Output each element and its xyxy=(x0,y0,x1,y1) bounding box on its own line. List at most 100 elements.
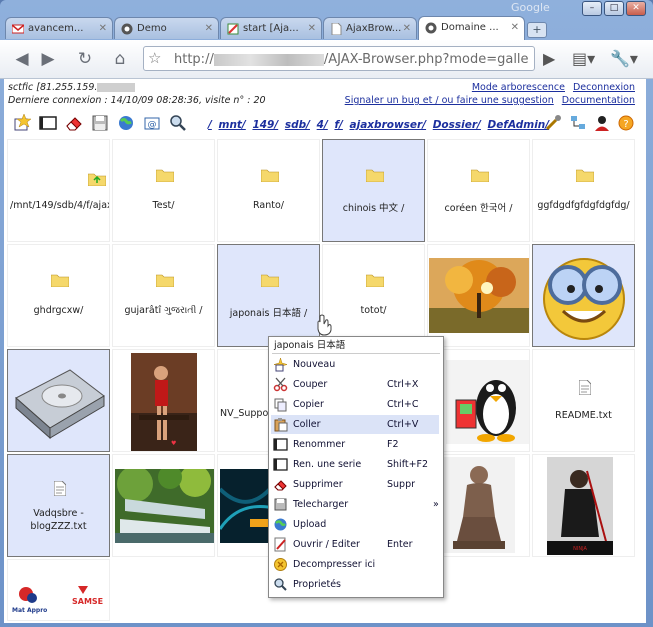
logout-link[interactable]: Deconnexion xyxy=(573,82,635,93)
statue-thumbnail xyxy=(443,457,515,553)
tab-gmail[interactable]: avancem... ✕ xyxy=(5,17,113,39)
gallery-item-image[interactable]: ♥ xyxy=(112,349,215,452)
gallery-item-folder[interactable]: ggfdgdfgfdgfdgfdg/ xyxy=(532,139,635,242)
help-icon[interactable]: ? xyxy=(616,113,636,133)
breadcrumb-root[interactable]: / xyxy=(208,119,212,131)
folder-up-icon xyxy=(88,173,106,186)
github-icon xyxy=(425,22,437,34)
rename-series-icon xyxy=(273,458,288,471)
menu-item-renommer[interactable]: Renommer F2 xyxy=(271,435,439,454)
menu-item-supprimer[interactable]: Supprimer Suppr xyxy=(271,475,439,494)
tab-ajaxbrowser[interactable]: AjaxBrow... ✕ xyxy=(323,17,417,39)
close-tab-icon[interactable]: ✕ xyxy=(511,17,519,39)
paste-icon xyxy=(274,418,288,432)
home-icon[interactable]: ⌂ xyxy=(110,49,130,69)
text-file-icon xyxy=(54,481,66,496)
gallery-item-label: README.txt xyxy=(555,410,612,421)
breadcrumb-4[interactable]: 4/ xyxy=(317,119,328,131)
breadcrumb-defadmin[interactable]: DefAdmin/ xyxy=(488,119,550,131)
folder-icon xyxy=(51,274,69,287)
maximize-button[interactable]: □ xyxy=(604,1,624,16)
mail-icon[interactable]: @ xyxy=(142,113,162,133)
tab-label: Domaine ... xyxy=(441,22,499,33)
address-bar[interactable]: ☆ http:///AJAX-Browser.php?mode=gallerie… xyxy=(143,46,535,71)
menu-item-upload[interactable]: Upload xyxy=(271,515,439,534)
breadcrumb-sdb[interactable]: sdb/ xyxy=(285,119,310,131)
tree-mode-link[interactable]: Mode arborescence xyxy=(472,82,565,93)
menu-item-copier[interactable]: Copier Ctrl+C xyxy=(271,395,439,414)
breadcrumb-dossier[interactable]: Dossier/ xyxy=(433,119,481,131)
gallery-item-image[interactable] xyxy=(112,454,215,557)
gallery-item-folder[interactable]: chinois 中文 / xyxy=(322,139,425,242)
gallery-item-image[interactable]: NINJA xyxy=(532,454,635,557)
gallery-item-file[interactable]: Vadqsbre - blogZZZ.txt xyxy=(7,454,110,557)
gallery-item-parent[interactable]: /mnt/149/sdb/4/f/ajaxbrowser/Dossier/ xyxy=(7,139,110,242)
menu-item-ren-une-serie[interactable]: Ren. une serie Shift+F2 xyxy=(271,455,439,474)
close-window-button[interactable]: ✕ xyxy=(626,1,646,16)
gallery-item-folder[interactable]: ghdrgcxw/ xyxy=(7,244,110,347)
minimize-button[interactable]: – xyxy=(582,1,602,16)
gallery-item-image[interactable] xyxy=(427,244,530,347)
new-tab-button[interactable]: + xyxy=(527,22,547,38)
documentation-link[interactable]: Documentation xyxy=(562,95,635,106)
search-icon[interactable] xyxy=(168,113,188,133)
gallery-item-folder[interactable]: japonais 日本語 / xyxy=(217,244,320,347)
tab-demo[interactable]: Demo ✕ xyxy=(114,17,219,39)
page-menu-icon[interactable]: ▤▾ xyxy=(572,49,595,68)
save-disk-icon[interactable] xyxy=(90,113,110,133)
tab-domaine[interactable]: Domaine ... ✕ xyxy=(418,16,525,40)
network-icon[interactable] xyxy=(568,113,588,133)
close-tab-icon[interactable]: ✕ xyxy=(205,18,213,39)
session-info: sctfic [81.255.159. Derniere connexion :… xyxy=(8,81,266,107)
reload-icon[interactable]: ↻ xyxy=(75,49,95,69)
user-admin-icon[interactable] xyxy=(592,113,612,133)
tab-label: avancem... xyxy=(28,23,84,34)
page-scroll-area[interactable] xyxy=(636,79,646,623)
gallery-item-image[interactable] xyxy=(532,244,635,347)
gallery-item-label: Vadqsbre - blogZZZ.txt xyxy=(30,508,87,532)
breadcrumb-149[interactable]: 149/ xyxy=(252,119,278,131)
menu-item-proprietes[interactable]: Proprietés xyxy=(271,575,439,594)
folder-icon xyxy=(471,169,489,182)
text-file-icon xyxy=(579,380,591,395)
close-tab-icon[interactable]: ✕ xyxy=(403,18,411,39)
breadcrumb-f[interactable]: f/ xyxy=(334,119,342,131)
select-star-icon[interactable] xyxy=(12,113,32,133)
gallery-item-folder[interactable]: coréen 한국어 / xyxy=(427,139,530,242)
eraser-icon[interactable] xyxy=(64,113,84,133)
tab-start-ajax[interactable]: start [Aja... ✕ xyxy=(220,17,322,39)
context-menu: japonais 日本語 Nouveau Couper Ctrl+X Copier… xyxy=(268,336,444,598)
window-brand-label: Google xyxy=(511,1,550,14)
folder-icon xyxy=(366,169,384,182)
go-arrow-icon[interactable]: ▶ xyxy=(543,49,555,68)
menu-item-coller[interactable]: Coller Ctrl+V xyxy=(271,415,439,434)
gallery-item-folder[interactable]: Ranto/ xyxy=(217,139,320,242)
gallery-item-folder[interactable]: totot/ xyxy=(322,244,425,347)
gallery-item-folder[interactable]: gujarâtî ગુજરાતી / xyxy=(112,244,215,347)
report-bug-link[interactable]: Signaler un bug et / ou faire une sugges… xyxy=(345,95,554,106)
window-icon[interactable] xyxy=(38,113,58,133)
menu-item-couper[interactable]: Couper Ctrl+X xyxy=(271,375,439,394)
bookmark-star-icon[interactable]: ☆ xyxy=(148,49,161,67)
gallery-item-folder[interactable]: Test/ xyxy=(112,139,215,242)
back-arrow-icon[interactable]: ◀ xyxy=(12,49,32,69)
gallery-item-image[interactable]: Mat Appro SAMSE xyxy=(7,559,110,621)
tools-icon[interactable] xyxy=(544,113,564,133)
hard-drive-thumbnail xyxy=(15,369,105,440)
breadcrumb-ajaxbrowser[interactable]: ajaxbrowser/ xyxy=(350,119,427,131)
gallery-item-label: gujarâtî ગુજરાતી / xyxy=(124,305,203,316)
rename-icon xyxy=(273,438,288,451)
refresh-globe-icon[interactable] xyxy=(116,113,136,133)
forward-arrow-icon[interactable]: ▶ xyxy=(38,49,58,69)
gallery-item-image[interactable] xyxy=(7,349,110,452)
folder-icon xyxy=(576,169,594,182)
close-tab-icon[interactable]: ✕ xyxy=(99,18,107,39)
menu-item-nouveau[interactable]: Nouveau xyxy=(271,355,439,374)
wrench-menu-icon[interactable]: 🔧▾ xyxy=(610,49,638,68)
menu-item-ouvrir-editer[interactable]: Ouvrir / Editer Enter xyxy=(271,535,439,554)
menu-item-decompresser[interactable]: Decompresser ici xyxy=(271,555,439,574)
menu-item-telecharger[interactable]: Telecharger» xyxy=(271,495,439,514)
breadcrumb-mnt[interactable]: mnt/ xyxy=(219,119,246,131)
gallery-item-file[interactable]: README.txt xyxy=(532,349,635,452)
close-tab-icon[interactable]: ✕ xyxy=(308,18,316,39)
